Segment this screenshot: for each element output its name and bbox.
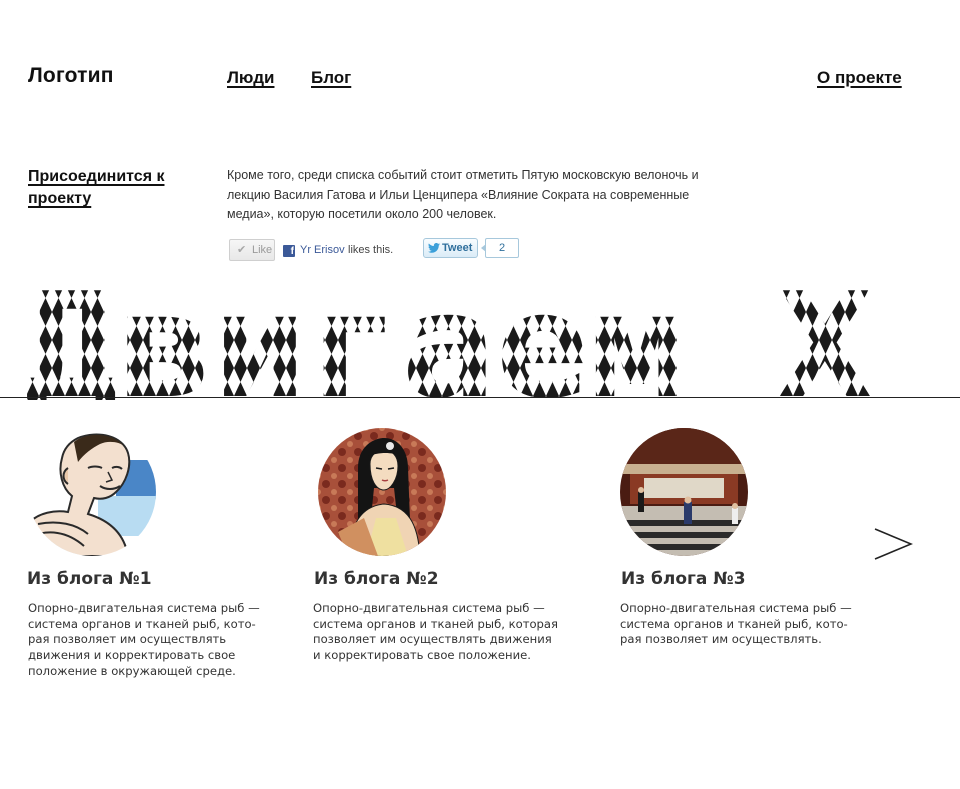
facebook-icon: f bbox=[283, 245, 295, 257]
blog-card-2: Из блога №2 Опорно-двигательная система … bbox=[313, 428, 558, 664]
join-project-link[interactable]: Присоединится к проекту bbox=[28, 166, 188, 210]
tweet-count: 2 bbox=[481, 238, 519, 258]
tweet-label: Tweet bbox=[442, 242, 473, 254]
intro-text: Кроме того, среди списка событий стоит о… bbox=[227, 168, 699, 221]
liker-name-link[interactable]: Yr Erisov bbox=[300, 244, 345, 256]
facebook-like-button[interactable]: ✔ Like bbox=[229, 239, 275, 261]
nav-about-link[interactable]: О проекте bbox=[817, 68, 902, 88]
banner-title-text: Двигаем Х bbox=[24, 270, 872, 400]
blog-image-2[interactable] bbox=[318, 428, 446, 556]
nav-blog-link[interactable]: Блог bbox=[311, 68, 351, 88]
blog-text-1: Опорно-двигательная система рыб — систем… bbox=[28, 601, 260, 678]
blog-text-3: Опорно-двигательная система рыб — систем… bbox=[620, 601, 852, 647]
like-label: Like bbox=[252, 244, 273, 256]
twitter-bird-icon bbox=[428, 243, 440, 253]
logo[interactable]: Логотип bbox=[28, 64, 114, 88]
blog-title-2[interactable]: Из блога №2 bbox=[314, 569, 558, 589]
blog-image-3[interactable] bbox=[620, 428, 748, 556]
blog-text-2: Опорно-двигательная система рыб — систем… bbox=[313, 601, 558, 663]
social-bar: ✔ Like f Yr Erisov likes this. Tweet 2 bbox=[228, 238, 528, 264]
banner-title: Двигаем Х bbox=[0, 270, 960, 400]
blog-card-3: Из блога №3 Опорно-двигательная система … bbox=[620, 428, 852, 648]
banner-baseline bbox=[0, 397, 960, 398]
blog-title-1[interactable]: Из блога №1 bbox=[27, 569, 260, 589]
nav-people-link[interactable]: Люди bbox=[227, 68, 274, 88]
check-icon: ✔ bbox=[237, 244, 247, 256]
blog-image-1[interactable] bbox=[28, 428, 156, 556]
chevron-right-icon[interactable] bbox=[873, 527, 913, 561]
blog-card-1: Из блога №1 Опорно-двигательная система … bbox=[27, 428, 260, 680]
blog-title-3[interactable]: Из блога №3 bbox=[621, 569, 852, 589]
tweet-button[interactable]: Tweet bbox=[423, 238, 478, 258]
likes-text: likes this. bbox=[348, 244, 394, 256]
